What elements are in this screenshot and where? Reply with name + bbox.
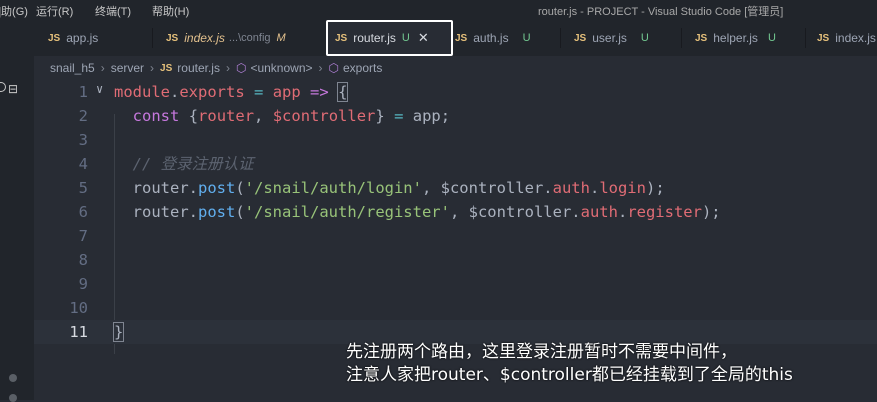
- cube-icon: ⬡: [235, 61, 247, 75]
- chevron-right-icon: ›: [100, 61, 105, 75]
- activity-bar: ··· ⊟: [0, 20, 34, 402]
- code-line[interactable]: 10: [34, 296, 877, 320]
- js-file-icon: JS: [574, 32, 587, 44]
- line-number: 9: [78, 275, 88, 293]
- scroll-dot: [9, 394, 17, 402]
- chevron-right-icon: ›: [225, 61, 230, 75]
- js-file-icon: JS: [695, 32, 708, 44]
- code-line[interactable]: 1 ∨ module.exports = app => {: [34, 80, 877, 104]
- tab-label: app.js: [66, 31, 99, 45]
- menu-item-help[interactable]: 帮助(H): [152, 3, 189, 19]
- js-file-icon: JS: [166, 32, 179, 44]
- line-number: 6: [78, 203, 88, 221]
- subtitle-line: 先注册两个路由，这里登录注册暂时不需要中间件，: [346, 342, 737, 362]
- chevron-down-icon[interactable]: ∨: [96, 82, 103, 96]
- code-line[interactable]: 5 router.post('/snail/auth/login', $cont…: [34, 176, 877, 200]
- chevron-right-icon: ›: [318, 61, 323, 75]
- line-text: router.post('/snail/auth/register', $con…: [132, 203, 721, 221]
- line-text: module.exports = app => {: [114, 82, 349, 102]
- line-number: 4: [78, 155, 88, 173]
- tab-path: ...\config: [228, 32, 271, 44]
- line-number: 10: [69, 299, 88, 317]
- code-line[interactable]: 9: [34, 272, 877, 296]
- video-subtitle: 先注册两个路由，这里登录注册暂时不需要中间件， 注意人家把router、$con…: [346, 341, 793, 387]
- tab-app-js[interactable]: JS app.js: [40, 20, 152, 56]
- cube-icon: ⬡: [328, 61, 339, 75]
- tab-index-js[interactable]: JS index.js: [811, 20, 877, 56]
- line-text: const {router, $controller} = app;: [132, 107, 451, 125]
- comment-text: // 登录注册认证: [114, 155, 254, 173]
- line-number: 7: [78, 227, 88, 245]
- tab-helper-js[interactable]: JS helper.js U: [687, 20, 805, 56]
- untracked-badge: U: [522, 32, 531, 44]
- tab-label: index.js: [835, 31, 876, 45]
- code-line[interactable]: 8: [34, 248, 877, 272]
- tab-label: auth.js: [473, 31, 509, 45]
- tab-bar: JS app.js JS index.js ...\config M JS ro…: [0, 20, 877, 56]
- code-line[interactable]: 2 const {router, $controller} = app;: [34, 104, 877, 128]
- js-file-icon: JS: [817, 32, 830, 44]
- line-number: 3: [78, 131, 88, 149]
- line-number: 1: [78, 83, 88, 101]
- breadcrumb-item[interactable]: <unknown>: [250, 61, 312, 75]
- tab-router-js[interactable]: JS router.js U ✕: [326, 20, 453, 56]
- code-line[interactable]: 7: [34, 224, 877, 248]
- menu-item-terminal[interactable]: 终端(T): [95, 3, 131, 19]
- code-line[interactable]: 6 router.post('/snail/auth/register', $c…: [34, 200, 877, 224]
- js-file-icon: JS: [160, 62, 173, 74]
- collapse-icon[interactable]: ⊟: [8, 82, 18, 96]
- tab-label: router.js: [353, 31, 396, 45]
- code-line[interactable]: 4 // 登录注册认证: [34, 152, 877, 176]
- tab-label: helper.js: [713, 31, 758, 45]
- subtitle-line: 注意人家把router、$controller都已经挂载到了全局的this: [346, 365, 793, 385]
- line-number: 2: [78, 107, 88, 125]
- window-title: router.js - PROJECT - Visual Studio Code…: [538, 6, 784, 18]
- code-line[interactable]: 3: [34, 128, 877, 152]
- circle-icon: [0, 82, 6, 92]
- line-number: 8: [78, 251, 88, 269]
- modified-badge: M: [276, 32, 286, 44]
- untracked-badge: U: [401, 32, 410, 44]
- untracked-badge: U: [767, 32, 776, 44]
- breadcrumb-item[interactable]: router.js: [177, 61, 220, 75]
- breadcrumb-item[interactable]: exports: [343, 61, 382, 75]
- breadcrumb-item[interactable]: snail_h5: [50, 61, 95, 75]
- untracked-badge: U: [640, 32, 649, 44]
- menu-item-run[interactable]: 运行(R): [36, 3, 73, 19]
- tab-label: index.js: [184, 31, 225, 45]
- js-file-icon: JS: [48, 32, 61, 44]
- line-number: 11: [69, 323, 88, 341]
- line-text: router.post('/snail/auth/login', $contro…: [132, 179, 665, 197]
- chevron-right-icon: ›: [150, 61, 155, 75]
- tab-index-js-config[interactable]: JS index.js ...\config M: [158, 20, 326, 56]
- title-bar: ]助(G) 运行(R) 终端(T) 帮助(H) router.js - PROJ…: [0, 0, 877, 20]
- breadcrumb-item[interactable]: server: [111, 61, 144, 75]
- scroll-dot: [9, 374, 17, 382]
- tab-auth-js[interactable]: JS auth.js U: [453, 20, 559, 56]
- js-file-icon: JS: [455, 32, 468, 44]
- line-text: }: [112, 322, 125, 342]
- tab-label: user.js: [592, 31, 627, 45]
- js-file-icon: JS: [335, 32, 348, 44]
- tab-user-js[interactable]: JS user.js U: [566, 20, 681, 56]
- menu-item-go[interactable]: ]助(G): [0, 3, 28, 19]
- breadcrumb: snail_h5 › server › JS router.js › ⬡ <un…: [34, 56, 877, 80]
- line-number: 5: [78, 179, 88, 197]
- close-icon[interactable]: ✕: [418, 30, 429, 46]
